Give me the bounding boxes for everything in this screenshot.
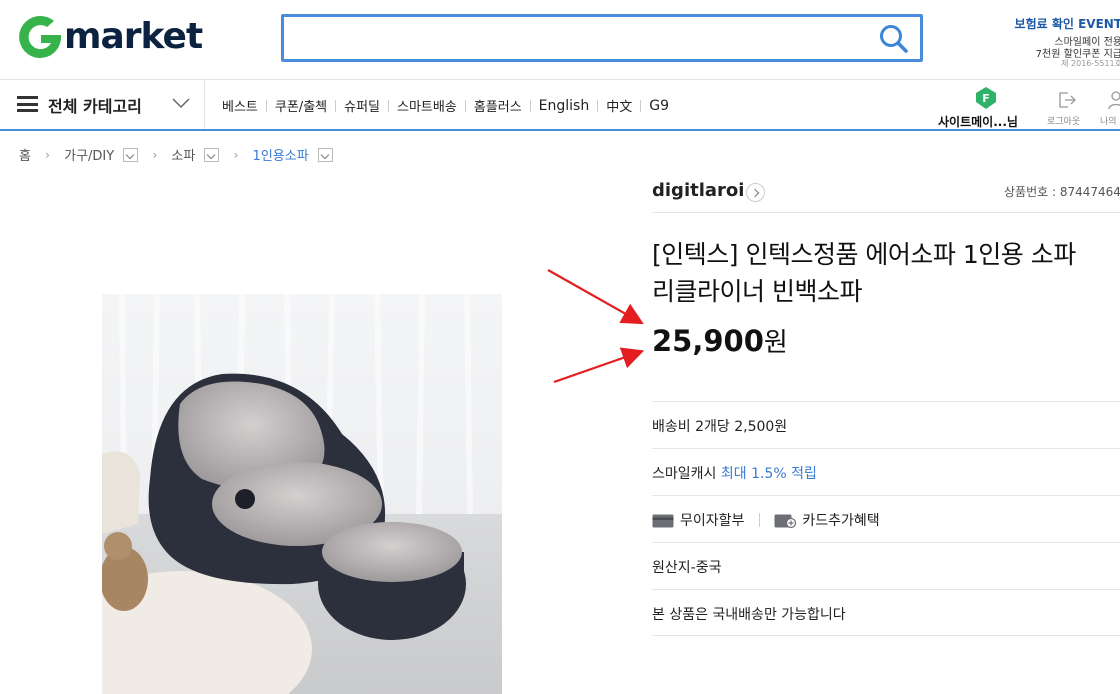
origin-text: 원산지-중국 xyxy=(652,560,722,576)
main-menu: 베스트 쿠폰/출첵 슈퍼딜 스마트배송 홈플러스 English 中文 G9 xyxy=(222,95,669,116)
user-icon xyxy=(1108,91,1120,110)
menu-best[interactable]: 베스트 xyxy=(222,96,258,115)
product-number: 상품번호 : 874474645 xyxy=(1004,185,1120,199)
card-plus-icon xyxy=(774,514,797,528)
logo-wordmark: market xyxy=(64,16,203,57)
my-page-label: 나의 xyxy=(1100,117,1117,127)
g-logo-icon xyxy=(19,15,61,58)
installment-label: 무이자할부 xyxy=(680,513,745,529)
annotation-arrows xyxy=(547,269,645,384)
annotation-arrow-lower xyxy=(553,347,645,384)
menu-divider xyxy=(529,99,531,112)
logout-label: 로그아웃 xyxy=(1047,117,1081,127)
domestic-shipping-row: 본 상품은 국내배송만 가능합니다 xyxy=(652,589,1120,636)
menu-chinese[interactable]: 中文 xyxy=(606,96,632,115)
menu-divider xyxy=(388,99,390,112)
seller-name[interactable]: digitlaroi xyxy=(652,180,744,201)
menu-smart-delivery[interactable]: 스마트배송 xyxy=(397,96,457,115)
promo-note: 제 2016-5511호 xyxy=(1061,59,1120,68)
card-benefits-row: 무이자할부 카드추가혜택 xyxy=(652,495,1120,542)
menu-homeplus[interactable]: 홈플러스 xyxy=(474,96,522,115)
menu-g9[interactable]: G9 xyxy=(649,98,669,114)
logout-icon xyxy=(1059,92,1076,108)
promo-title: 보험료 확인 EVENT xyxy=(1014,17,1120,31)
all-categories-button[interactable]: 전체 카테고리 xyxy=(0,80,205,129)
navigation-bar: 전체 카테고리 베스트 쿠폰/출첵 슈퍼딜 스마트배송 홈플러스 English 中文 G9 … xyxy=(0,79,1120,131)
user-name: 사이트메이...님 xyxy=(938,115,1018,129)
menu-divider xyxy=(640,99,642,112)
benefit-divider xyxy=(758,513,760,527)
price-currency: 원 xyxy=(763,328,788,358)
credit-card-icon xyxy=(652,514,674,528)
divider xyxy=(652,635,1120,636)
smile-cash-label: 스마일캐시 xyxy=(652,466,717,482)
breadcrumb-dropdown-sofa[interactable] xyxy=(204,147,220,162)
origin-row: 원산지-중국 xyxy=(652,542,1120,589)
breadcrumb-separator-icon: › xyxy=(233,147,239,162)
menu-superdeal[interactable]: 슈퍼딜 xyxy=(344,96,380,115)
breadcrumb-dropdown-single-sofa[interactable] xyxy=(317,147,333,162)
gmarket-logo[interactable]: market xyxy=(14,12,203,62)
menu-divider xyxy=(597,99,599,112)
product-price: 25,900원 xyxy=(652,322,788,362)
search-box xyxy=(281,14,923,62)
product-title: [인텍스] 인텍스정품 에어소파 1인용 소파 리클라이너 빈백소파 xyxy=(652,240,1076,306)
installment-benefit[interactable]: 무이자할부 xyxy=(652,510,744,530)
product-image[interactable] xyxy=(102,294,502,694)
card-extra-label: 카드추가혜택 xyxy=(802,513,880,529)
annotation-arrow-upper xyxy=(547,269,644,325)
divider xyxy=(652,212,1120,213)
my-page-button[interactable]: 나의 xyxy=(1097,88,1120,128)
chevron-down-icon xyxy=(172,98,190,109)
logout-button[interactable]: 로그아웃 xyxy=(1046,88,1086,128)
grade-badge-letter: F xyxy=(982,92,990,105)
menu-divider xyxy=(335,99,337,112)
all-categories-label: 전체 카테고리 xyxy=(48,97,142,116)
user-profile[interactable]: F 사이트메이...님 xyxy=(938,86,1038,129)
breadcrumb-home[interactable]: 홈 xyxy=(19,145,31,164)
shipping-fee-row: 배송비 2개당 2,500원 xyxy=(652,401,1120,448)
shipping-fee-text: 배송비 2개당 2,500원 xyxy=(652,419,788,435)
domestic-shipping-text: 본 상품은 국내배송만 가능합니다 xyxy=(652,607,846,623)
promo-banner[interactable]: 보험료 확인 EVENT 스마일페이 전용 7천원 할인쿠폰 지급 제 2016… xyxy=(1000,12,1120,72)
search-input[interactable] xyxy=(294,23,864,53)
menu-divider xyxy=(464,99,466,112)
breadcrumb-separator-icon: › xyxy=(152,147,158,162)
breadcrumb: 홈 › 가구/DIY › 소파 › 1인용소파 xyxy=(19,145,333,164)
hamburger-icon xyxy=(17,96,38,112)
breadcrumb-sofa[interactable]: 소파 xyxy=(171,145,195,164)
grade-badge-icon: F xyxy=(976,87,996,109)
menu-divider xyxy=(265,99,267,112)
menu-coupon[interactable]: 쿠폰/출첵 xyxy=(275,96,327,115)
breadcrumb-dropdown-furniture[interactable] xyxy=(123,147,139,162)
menu-english[interactable]: English xyxy=(539,98,590,114)
breadcrumb-single-sofa[interactable]: 1인용소파 xyxy=(253,145,309,164)
smile-cash-value[interactable]: 최대 1.5% 적립 xyxy=(721,466,817,482)
seller-chevron-right-icon[interactable] xyxy=(746,183,765,202)
header: market 보험료 확인 EVENT 스마일페이 전용 7천원 할인쿠폰 지급… xyxy=(0,0,1120,80)
price-amount: 25,900 xyxy=(652,324,764,358)
breadcrumb-separator-icon: › xyxy=(45,147,50,162)
card-extra-benefit[interactable]: 카드추가혜택 xyxy=(774,510,880,530)
breadcrumb-furniture[interactable]: 가구/DIY xyxy=(64,145,114,164)
smile-cash-row: 스마일캐시 최대 1.5% 적립 xyxy=(652,448,1120,495)
search-icon[interactable] xyxy=(878,23,910,55)
